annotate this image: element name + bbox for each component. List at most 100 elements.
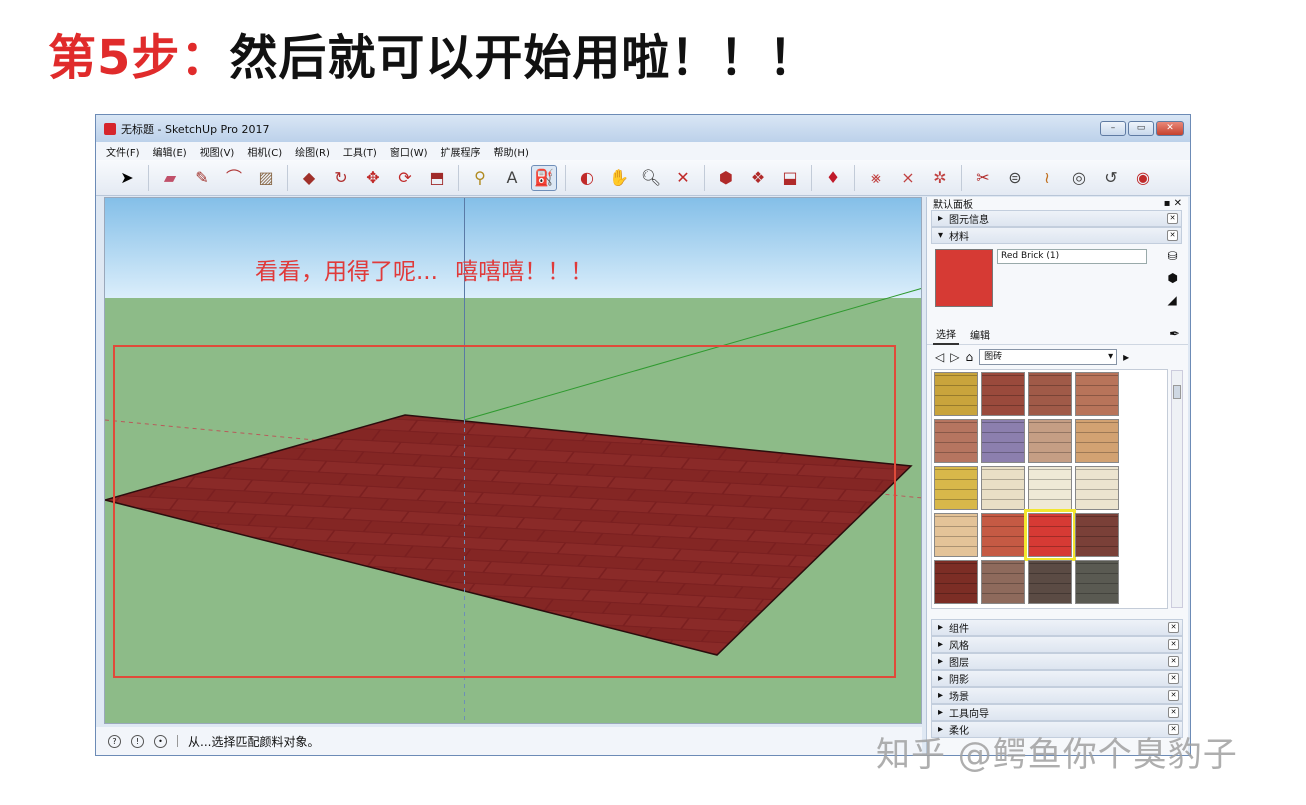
geo-location-icon[interactable]: ? xyxy=(108,734,121,748)
close-panel-icon[interactable]: ✕ xyxy=(1167,230,1178,241)
components-icon[interactable]: ❖ xyxy=(745,165,771,191)
material-swatch[interactable] xyxy=(934,372,978,416)
section-plane-icon[interactable]: ⨯ xyxy=(895,165,921,191)
toolbar-divider xyxy=(704,164,705,191)
close-panel-icon[interactable]: ✕ xyxy=(1168,656,1179,667)
material-swatch[interactable] xyxy=(1028,419,1072,463)
extension-icon[interactable]: ⬓ xyxy=(777,165,803,191)
material-name-field[interactable]: Red Brick (1) xyxy=(997,249,1147,264)
material-swatch[interactable] xyxy=(1028,560,1072,604)
close-panel-icon[interactable]: ✕ xyxy=(1167,213,1178,224)
material-swatch[interactable] xyxy=(1075,513,1119,557)
pencil-line-icon[interactable]: ✎ xyxy=(189,165,215,191)
material-swatch[interactable] xyxy=(1075,372,1119,416)
panel-label: 工具向导 xyxy=(949,709,990,720)
text-icon[interactable]: A xyxy=(499,165,525,191)
home-icon[interactable]: ⌂ xyxy=(965,350,973,364)
menu-tools[interactable]: 工具(T) xyxy=(343,144,377,159)
material-swatch[interactable] xyxy=(981,513,1025,557)
panel-styles[interactable]: ▸ 风格 ✕ xyxy=(931,636,1183,653)
panel-layers[interactable]: ▸ 图层 ✕ xyxy=(931,653,1183,670)
minimize-button[interactable]: – xyxy=(1100,121,1126,136)
menu-window[interactable]: 窗口(W) xyxy=(390,144,428,159)
material-nav: ◁ ▷ ⌂ 图砖 ▸ xyxy=(927,345,1188,369)
menu-file[interactable]: 文件(F) xyxy=(106,144,140,159)
material-swatch[interactable] xyxy=(981,372,1025,416)
material-swatch[interactable] xyxy=(934,466,978,510)
close-panel-icon[interactable]: ✕ xyxy=(1168,673,1179,684)
back-icon[interactable]: ◁ xyxy=(935,350,944,364)
close-panel-icon[interactable]: ✕ xyxy=(1168,622,1179,633)
rotate-camera-icon[interactable]: ↺ xyxy=(1098,165,1124,191)
arc-icon[interactable]: ⌒ xyxy=(221,165,247,191)
material-swatch[interactable] xyxy=(934,419,978,463)
orbit-camera-icon[interactable]: ◎ xyxy=(1066,165,1092,191)
material-swatch[interactable] xyxy=(1075,419,1119,463)
position-camera-icon[interactable]: ≀ xyxy=(1034,165,1060,191)
material-swatch[interactable] xyxy=(934,560,978,604)
rotate-icon[interactable]: ⟳ xyxy=(392,165,418,191)
close-panel-icon[interactable]: ✕ xyxy=(1168,639,1179,650)
panel-materials[interactable]: ▾ 材料 ✕ xyxy=(931,227,1182,244)
tab-select[interactable]: 选择 xyxy=(933,324,959,345)
panel-entity-info[interactable]: ▸ 图元信息 ✕ xyxy=(931,210,1182,227)
material-swatch[interactable] xyxy=(981,560,1025,604)
sample-paint-icon[interactable]: ✒ xyxy=(1169,327,1180,342)
paint-bucket-icon[interactable]: ⛽ xyxy=(531,164,557,191)
menu-help[interactable]: 帮助(H) xyxy=(494,144,529,159)
details-icon[interactable]: ▸ xyxy=(1123,350,1129,364)
orbit-icon[interactable]: ◐ xyxy=(574,165,600,191)
menu-camera[interactable]: 相机(C) xyxy=(247,144,282,159)
follow-me-icon[interactable]: ↻ xyxy=(328,165,354,191)
display-secondary-icon[interactable]: ◢ xyxy=(1168,293,1178,307)
scale-icon[interactable]: ⬒ xyxy=(424,165,450,191)
pin-icon[interactable]: ▪ ✕ xyxy=(1164,198,1182,209)
tape-measure-icon[interactable]: ⚲ xyxy=(467,165,493,191)
close-button[interactable]: ✕ xyxy=(1156,121,1184,136)
material-swatch[interactable] xyxy=(981,419,1025,463)
menu-edit[interactable]: 编辑(E) xyxy=(153,144,187,159)
look-around-icon[interactable]: ✂ xyxy=(970,165,996,191)
previous-view-icon[interactable]: ◉ xyxy=(1130,165,1156,191)
credits-icon[interactable]: ! xyxy=(131,734,144,748)
section-cuts-icon[interactable]: ⨳ xyxy=(863,165,889,191)
section-fill-icon[interactable]: ✲ xyxy=(927,165,953,191)
material-swatch[interactable] xyxy=(1075,466,1119,510)
material-category-select[interactable]: 图砖 xyxy=(979,349,1118,365)
material-swatch[interactable] xyxy=(1075,560,1119,604)
close-panel-icon[interactable]: ✕ xyxy=(1168,690,1179,701)
default-paint-icon[interactable]: ⛁ xyxy=(1168,249,1178,263)
forward-icon[interactable]: ▷ xyxy=(950,350,959,364)
material-swatch[interactable] xyxy=(934,513,978,557)
tab-edit[interactable]: 编辑 xyxy=(967,325,993,344)
close-panel-icon[interactable]: ✕ xyxy=(1168,707,1179,718)
menu-draw[interactable]: 绘图(R) xyxy=(295,144,330,159)
move-icon[interactable]: ✥ xyxy=(360,165,386,191)
current-material-swatch[interactable] xyxy=(935,249,993,307)
panel-instructor[interactable]: ▸ 工具向导 ✕ xyxy=(931,704,1183,721)
ruby-icon[interactable]: ♦ xyxy=(820,165,846,191)
material-swatch[interactable] xyxy=(1028,466,1072,510)
zoom-extents-icon[interactable]: ✕ xyxy=(670,165,696,191)
select-arrow-icon[interactable]: ➤ xyxy=(114,165,140,191)
rectangle-icon[interactable]: ▨ xyxy=(253,165,279,191)
walk-icon[interactable]: ⊜ xyxy=(1002,165,1028,191)
material-swatch[interactable] xyxy=(1028,372,1072,416)
pan-icon[interactable]: ✋ xyxy=(606,165,632,191)
material-swatch[interactable] xyxy=(1024,509,1076,561)
panel-components[interactable]: ▸ 组件 ✕ xyxy=(931,619,1183,636)
menu-extensions[interactable]: 扩展程序 xyxy=(441,144,481,159)
eraser-icon[interactable]: ▰ xyxy=(157,165,183,191)
maximize-button[interactable]: ▭ xyxy=(1128,121,1154,136)
zoom-icon[interactable]: 🔍︎ xyxy=(638,165,664,191)
panel-scenes[interactable]: ▸ 场景 ✕ xyxy=(931,687,1183,704)
create-material-icon[interactable]: ⬢ xyxy=(1168,271,1178,285)
material-swatch[interactable] xyxy=(981,466,1025,510)
user-icon[interactable]: • xyxy=(154,734,167,748)
material-scrollbar[interactable] xyxy=(1171,370,1183,608)
model-viewport[interactable]: 看看，用得了呢... 嘻嘻嘻！！！ xyxy=(104,197,922,724)
panel-shadows[interactable]: ▸ 阴影 ✕ xyxy=(931,670,1183,687)
menu-view[interactable]: 视图(V) xyxy=(200,144,235,159)
push-pull-icon[interactable]: ◆ xyxy=(296,165,322,191)
warehouse-icon[interactable]: ⬢ xyxy=(713,165,739,191)
